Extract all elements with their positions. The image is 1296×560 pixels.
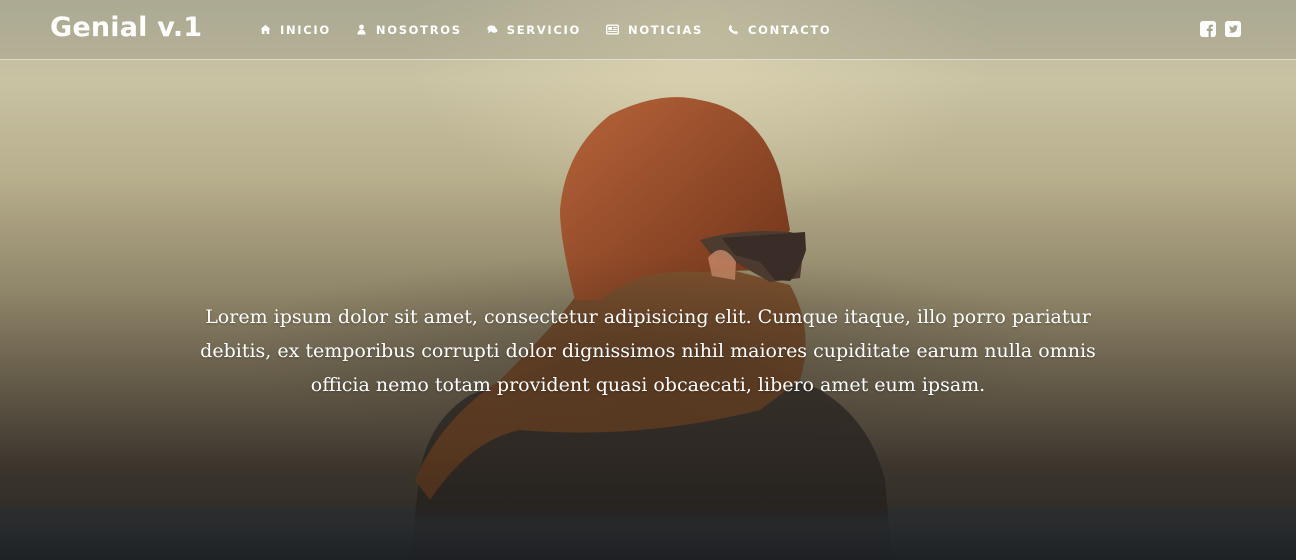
nav-label-inicio: INICIO — [280, 22, 331, 37]
nav-item-servicio[interactable]: SERVICIO — [487, 23, 581, 37]
twitter-square-icon[interactable] — [1225, 21, 1241, 37]
brand-logo[interactable]: Genial v.1 — [50, 12, 202, 43]
nav-item-noticias[interactable]: NOTICIAS — [606, 23, 703, 37]
nav-label-noticias: NOTICIAS — [628, 22, 704, 37]
main-nav: INICIO NOSOTROS SERVICIO NOTICIAS CONTAC… — [260, 0, 856, 59]
top-navbar: Genial v.1 INICIO NOSOTROS SERVICIO NOTI… — [0, 0, 1296, 60]
hero-tagline: Lorem ipsum dolor sit amet, consectetur … — [200, 306, 1096, 396]
user-icon — [356, 24, 367, 35]
social-links — [1191, 21, 1241, 37]
nav-item-contacto[interactable]: CONTACTO — [728, 23, 831, 37]
newspaper-icon — [606, 24, 619, 35]
phone-icon — [728, 24, 739, 35]
nav-label-contacto: CONTACTO — [748, 22, 832, 37]
text-shade — [0, 0, 1296, 560]
comments-icon — [487, 24, 498, 35]
nav-label-nosotros: NOSOTROS — [375, 22, 462, 37]
nav-label-servicio: SERVICIO — [506, 22, 581, 37]
nav-item-inicio[interactable]: INICIO — [260, 23, 331, 37]
nav-item-nosotros[interactable]: NOSOTROS — [356, 23, 462, 37]
facebook-square-icon[interactable] — [1200, 21, 1216, 37]
home-icon — [260, 24, 271, 35]
